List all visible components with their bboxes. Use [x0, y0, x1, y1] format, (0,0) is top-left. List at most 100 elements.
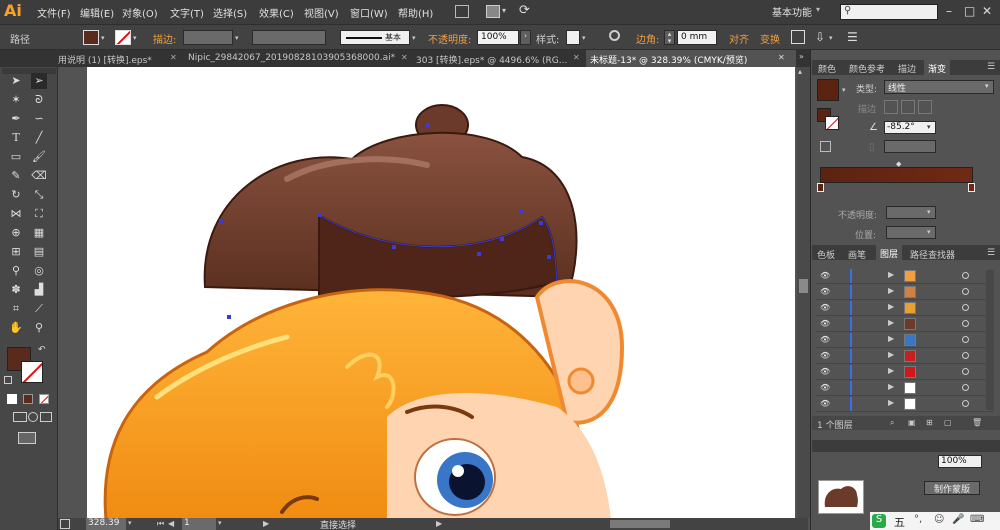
- corner-label[interactable]: 边角:: [636, 31, 659, 46]
- menu-edit[interactable]: 编辑(E): [80, 5, 114, 20]
- punctuation-icon[interactable]: °,: [914, 514, 922, 525]
- target-circle-icon[interactable]: [962, 272, 969, 279]
- tab-brushes[interactable]: 画笔: [848, 248, 866, 261]
- tab-pathfinder[interactable]: 路径查找器: [910, 248, 955, 261]
- eye-icon[interactable]: 👁: [820, 383, 830, 392]
- eye-icon[interactable]: 👁: [820, 287, 830, 296]
- tab-nipic-ai[interactable]: Nipic_29842067_20190828103905368000.ai*: [188, 50, 410, 67]
- curvature-tool-icon[interactable]: ∽: [31, 111, 47, 127]
- eraser-tool-icon[interactable]: ⌫: [31, 168, 47, 184]
- layer-row[interactable]: 👁 ▶: [816, 364, 994, 380]
- perspective-grid-tool-icon[interactable]: ▦: [31, 225, 47, 241]
- close-icon[interactable]: ✕: [778, 53, 785, 62]
- keyboard-icon[interactable]: ⌨: [970, 514, 984, 525]
- stroke-none-swatch[interactable]: [115, 30, 131, 45]
- screen-mode-icon[interactable]: [18, 432, 36, 444]
- transparency-opacity-field[interactable]: 100%: [938, 455, 982, 468]
- microphone-icon[interactable]: 🎤: [952, 514, 964, 525]
- aspect-ratio-field[interactable]: [884, 140, 936, 153]
- close-icon[interactable]: ✕: [982, 4, 992, 18]
- chevron-down-icon[interactable]: ▾: [128, 519, 132, 527]
- eye-icon[interactable]: 👁: [820, 351, 830, 360]
- none-mode-icon[interactable]: [39, 394, 49, 404]
- corner-stepper[interactable]: ▴ ▾: [664, 30, 675, 45]
- stroke-along-icon[interactable]: [901, 100, 915, 114]
- eye-icon[interactable]: 👁: [820, 367, 830, 376]
- target-circle-icon[interactable]: [962, 368, 969, 375]
- layer-row[interactable]: 👁 ▶: [816, 284, 994, 300]
- rectangle-tool-icon[interactable]: ▭: [8, 149, 24, 165]
- target-circle-icon[interactable]: [962, 336, 969, 343]
- tab-color-guide[interactable]: 颜色参考: [849, 62, 885, 75]
- chevron-down-icon[interactable]: ▾: [412, 34, 416, 42]
- line-segment-tool-icon[interactable]: ╱: [31, 130, 47, 146]
- target-circle-icon[interactable]: [962, 320, 969, 327]
- chevron-right-icon[interactable]: ›: [520, 30, 531, 45]
- gradient-stroke-small-swatch[interactable]: [825, 116, 839, 130]
- corner-field[interactable]: 0 mm: [677, 30, 717, 45]
- color-mode-icon[interactable]: [7, 394, 17, 404]
- direct-selection-tool-icon[interactable]: ➢: [31, 73, 47, 89]
- target-circle-icon[interactable]: [962, 288, 969, 295]
- panel-menu-icon[interactable]: ☰: [987, 62, 995, 72]
- stroke-swatch[interactable]: [21, 361, 43, 383]
- layer-row[interactable]: 👁 ▶: [816, 396, 994, 412]
- menu-object[interactable]: 对象(O): [122, 5, 158, 20]
- blend-tool-icon[interactable]: ◎: [31, 263, 47, 279]
- swap-fill-stroke-icon[interactable]: ↶: [38, 345, 46, 355]
- tab-untitled-13[interactable]: 未标题-13* @ 328.39% (CMYK/预览): [586, 50, 796, 67]
- eye-icon[interactable]: 👁: [820, 271, 830, 280]
- stroke-within-icon[interactable]: [884, 100, 898, 114]
- chevron-down-icon[interactable]: ▾: [927, 208, 931, 216]
- hat-shape[interactable]: [203, 104, 578, 299]
- shape-builder-tool-icon[interactable]: ⊕: [8, 225, 24, 241]
- expand-arrow-icon[interactable]: ▶: [888, 302, 894, 311]
- emoji-icon[interactable]: ☺: [934, 514, 944, 525]
- draw-normal-icon[interactable]: [13, 412, 27, 422]
- eyedropper-tool-icon[interactable]: ⚲: [8, 263, 24, 279]
- menu-effect[interactable]: 效果(C): [259, 5, 294, 20]
- chevron-down-icon[interactable]: ▾: [235, 34, 239, 42]
- tab-gradient[interactable]: 渐变: [924, 60, 951, 75]
- workspace-switcher[interactable]: 基本功能: [772, 4, 812, 19]
- layer-row[interactable]: 👁 ▶: [816, 380, 994, 396]
- symbol-sprayer-tool-icon[interactable]: ✽: [8, 282, 24, 298]
- gradient-slider-bar[interactable]: [820, 167, 973, 183]
- sogou-logo-icon[interactable]: S: [872, 514, 886, 528]
- navigate-icon[interactable]: [60, 519, 70, 529]
- free-transform-tool-icon[interactable]: ⛶: [31, 206, 47, 222]
- zoom-tool-icon[interactable]: ⚲: [31, 320, 47, 336]
- close-icon[interactable]: ✕: [573, 53, 580, 62]
- draw-inside-icon[interactable]: [40, 412, 52, 422]
- expand-arrow-icon[interactable]: ▶: [888, 366, 894, 375]
- stroke-label[interactable]: 描边:: [153, 31, 176, 46]
- status-menu-icon[interactable]: ▶: [436, 519, 442, 528]
- opacity-label[interactable]: 不透明度:: [428, 31, 471, 46]
- gpu-performance-icon[interactable]: ⟳: [519, 3, 530, 18]
- rotate-tool-icon[interactable]: ↻: [8, 187, 24, 203]
- stroke-weight-field[interactable]: [183, 30, 233, 45]
- paintbrush-tool-icon[interactable]: 🖌: [31, 149, 47, 165]
- ime-mode[interactable]: 五: [894, 514, 905, 530]
- gradient-stop-start[interactable]: [817, 183, 824, 192]
- target-circle-icon[interactable]: [962, 352, 969, 359]
- chevron-down-icon[interactable]: ▾: [133, 34, 137, 42]
- tab-overflow-icon[interactable]: »: [799, 52, 804, 61]
- gradient-tool-icon[interactable]: ▤: [31, 244, 47, 260]
- chevron-down-icon[interactable]: ▾: [842, 86, 846, 94]
- gradient-type-select[interactable]: 线性: [884, 80, 994, 94]
- stroke-across-icon[interactable]: [918, 100, 932, 114]
- menu-select[interactable]: 选择(S): [213, 5, 247, 20]
- width-tool-icon[interactable]: ⋈: [8, 206, 24, 222]
- transform-link[interactable]: 变换: [760, 31, 780, 46]
- layer-row[interactable]: 👁 ▶: [816, 348, 994, 364]
- expand-arrow-icon[interactable]: ▶: [888, 334, 894, 343]
- tab-layers[interactable]: 图层: [876, 245, 903, 260]
- mesh-tool-icon[interactable]: ⊞: [8, 244, 24, 260]
- tab-manual-eps[interactable]: 用说明 (1) [转换].eps*: [58, 50, 183, 67]
- eye-icon[interactable]: 👁: [820, 335, 830, 344]
- expand-arrow-icon[interactable]: ▶: [888, 398, 894, 407]
- chevron-down-icon[interactable]: ▾: [985, 82, 989, 90]
- chevron-down-icon[interactable]: ▾: [582, 34, 586, 42]
- tab-303-eps[interactable]: 303 [转换].eps* @ 4496.6% (RG...: [416, 50, 581, 67]
